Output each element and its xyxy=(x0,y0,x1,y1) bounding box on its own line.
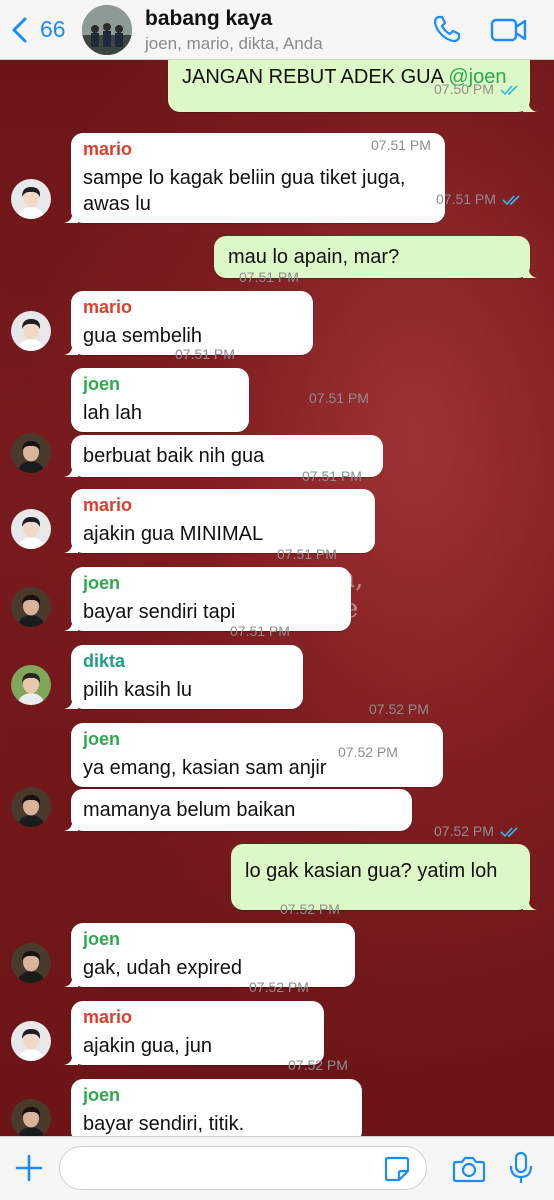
bubble-tail xyxy=(523,896,537,910)
incoming-message[interactable]: mamanya belum baikan 07.52 PM xyxy=(64,744,412,831)
read-receipt-icon xyxy=(502,195,520,206)
group-avatar[interactable] xyxy=(82,5,132,55)
microphone-icon[interactable] xyxy=(508,1151,534,1185)
outgoing-message[interactable]: lo gak kasian gua? yatim loh 07.52 PM xyxy=(231,823,537,910)
message-text: lo gak kasian gua? yatim loh xyxy=(245,860,498,882)
bubble-tail xyxy=(64,617,78,631)
message-text: berbuat baik nih gua xyxy=(83,445,265,467)
message-timestamp: 07.51 PM xyxy=(302,468,362,484)
incoming-message[interactable]: mario sampe lo kagak beliin gua tiket jug… xyxy=(64,133,445,223)
message-timestamp: 07.51 PM xyxy=(277,546,337,562)
bubble-tail xyxy=(64,817,78,831)
message-timestamp: 07.51 PM xyxy=(371,137,431,153)
incoming-message[interactable]: mario ajakin gua, jun 07.52 PM xyxy=(64,979,324,1065)
message-text: ajakin gua MINIMAL xyxy=(83,523,264,545)
sender-name: joen xyxy=(83,573,121,593)
message-text: bayar sendiri, titik. xyxy=(83,1113,245,1135)
sender-name: joen xyxy=(83,374,121,394)
chat-area[interactable]: en, e JANGAN REBUT ADEK GUA @joen07.50 P… xyxy=(0,60,554,1136)
bubble-tail xyxy=(64,341,78,355)
read-receipt-icon xyxy=(500,85,518,96)
sender-avatar[interactable] xyxy=(11,787,51,827)
bubble-tail xyxy=(64,695,78,709)
bubble-tail xyxy=(64,1051,78,1065)
incoming-message[interactable]: joen bayar sendiri, titik. 07.52 PM xyxy=(71,1057,362,1136)
sender-name: mario xyxy=(83,1007,133,1027)
sender-name: dikta xyxy=(83,651,126,671)
message-text: ya emang, kasian sam anjir xyxy=(83,757,327,779)
message-timestamp: 07.51 PM xyxy=(175,346,235,362)
message-timestamp: 07.51 PM xyxy=(436,191,496,207)
sender-name: joen xyxy=(83,1085,121,1105)
sticker-icon[interactable] xyxy=(383,1155,411,1183)
sender-name: mario xyxy=(83,139,133,159)
sender-avatar[interactable] xyxy=(11,179,51,219)
chevron-left-icon[interactable] xyxy=(8,15,34,45)
bubble-tail xyxy=(523,264,537,278)
bubble-tail xyxy=(64,463,78,477)
sender-avatar[interactable] xyxy=(11,665,51,705)
message-timestamp: 07.52 PM xyxy=(369,701,429,717)
chat-header: 66 babang kaya joen, mario, dikta, Anda xyxy=(0,0,554,60)
incoming-message[interactable]: joen lah lah 07.51 PM xyxy=(71,346,249,432)
sender-name: joen xyxy=(83,729,121,749)
sender-avatar[interactable] xyxy=(11,1021,51,1061)
message-text: pilih kasih lu xyxy=(83,679,192,701)
message-text: gak, udah expired xyxy=(83,957,243,979)
outgoing-message[interactable]: JANGAN REBUT ADEK GUA @joen 07.50 PM xyxy=(168,60,537,112)
message-timestamp: 07.51 PM xyxy=(309,390,369,406)
message-input[interactable] xyxy=(59,1146,427,1190)
message-timestamp: 07.52 PM xyxy=(280,901,340,917)
bubble-tail xyxy=(71,1129,78,1136)
message-text: lah lah xyxy=(83,402,142,424)
bubble-tail xyxy=(64,539,78,553)
sender-avatar[interactable] xyxy=(11,1099,51,1136)
incoming-message[interactable]: dikta pilih kasih lu 07.51 PM xyxy=(64,623,303,709)
bubble-tail xyxy=(64,209,78,223)
bubble-tail xyxy=(523,98,537,112)
message-text: awas lu xyxy=(83,193,151,215)
sender-avatar[interactable] xyxy=(11,509,51,549)
camera-icon[interactable] xyxy=(452,1154,486,1184)
message-text: mau lo apain, mar? xyxy=(228,246,400,268)
message-timestamp: 07.52 PM xyxy=(249,979,309,995)
incoming-message[interactable]: mario ajakin gua MINIMAL 07.51 PM xyxy=(64,468,375,553)
incoming-message[interactable]: joen bayar sendiri tapi 07.51 PM xyxy=(64,546,351,631)
message-timestamp: 07.52 PM xyxy=(434,823,494,839)
group-members[interactable]: joen, mario, dikta, Anda xyxy=(145,34,323,54)
composer-bar xyxy=(0,1136,554,1200)
message-text: sampe lo kagak beliin gua tiket juga, xyxy=(83,167,406,189)
sender-name: mario xyxy=(83,495,133,515)
message-timestamp: 07.52 PM xyxy=(288,1057,348,1073)
sender-name: mario xyxy=(83,297,133,317)
video-camera-icon[interactable] xyxy=(490,16,528,44)
phone-icon[interactable] xyxy=(432,14,462,44)
sender-avatar[interactable] xyxy=(11,433,51,473)
sender-avatar[interactable] xyxy=(11,943,51,983)
message-timestamp: 07.51 PM xyxy=(230,623,290,639)
sender-avatar[interactable] xyxy=(11,587,51,627)
sender-name: joen xyxy=(83,929,121,949)
group-name[interactable]: babang kaya xyxy=(145,7,272,31)
plus-icon[interactable] xyxy=(14,1153,44,1183)
back-unread-count[interactable]: 66 xyxy=(40,16,66,43)
message-text: ajakin gua, jun xyxy=(83,1035,212,1057)
message-text-part: JANGAN REBUT ADEK GUA xyxy=(182,66,449,88)
message-text: mamanya belum baikan xyxy=(83,799,296,821)
message-timestamp: 07.52 PM xyxy=(338,744,398,760)
read-receipt-icon xyxy=(500,827,518,838)
message-text: bayar sendiri tapi xyxy=(83,601,236,623)
message-timestamp: 07.51 PM xyxy=(239,269,299,285)
bubble-tail xyxy=(64,973,78,987)
incoming-message[interactable]: joen gak, udah expired 07.52 PM xyxy=(64,901,355,987)
message-timestamp: 07.50 PM xyxy=(434,81,494,97)
sender-avatar[interactable] xyxy=(11,311,51,351)
